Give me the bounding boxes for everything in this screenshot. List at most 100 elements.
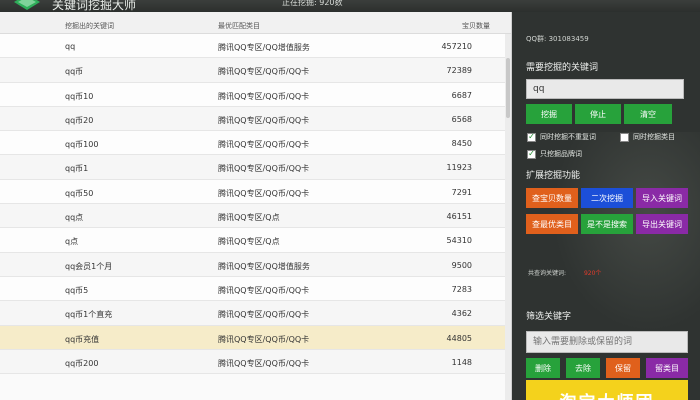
checkbox-unchecked-icon[interactable]	[620, 132, 629, 142]
keep-button[interactable]: 保留	[606, 358, 640, 378]
check-brand-only[interactable]: ✓ 只挖掘品牌词	[527, 149, 582, 159]
cell-count: 6568	[451, 114, 472, 124]
cell-count: 46151	[446, 212, 472, 222]
cell-count: 6687	[451, 90, 472, 100]
expand-section-title: 扩展挖掘功能	[526, 171, 581, 181]
cell-count: 72389	[446, 66, 472, 76]
cell-keyword: qq币20	[65, 115, 94, 125]
cell-category: 腾讯QQ专区/QQ币/QQ卡	[218, 358, 310, 368]
table-row[interactable]: qq币20 腾讯QQ专区/QQ币/QQ卡 6568	[0, 106, 511, 132]
cell-category: 腾讯QQ专区/QQ币/QQ卡	[218, 334, 310, 344]
cell-count: 457210	[441, 42, 472, 51]
table-row[interactable]: qq币100 腾讯QQ专区/QQ币/QQ卡 8450	[0, 131, 511, 156]
cell-keyword: qq币	[65, 67, 84, 77]
cell-count: 7283	[451, 284, 472, 294]
filter-input[interactable]	[526, 331, 688, 353]
cell-count: 9500	[451, 260, 472, 270]
search-check-button[interactable]: 是不是搜索	[581, 214, 633, 234]
delete-button[interactable]: 删除	[526, 358, 560, 378]
cell-category: 腾讯QQ专区/Q点	[218, 213, 280, 223]
check-mine-category-label: 同时挖掘类目	[633, 133, 675, 141]
check-brand-only-label: 只挖掘品牌词	[540, 150, 582, 158]
check-no-duplicate-label: 同时挖掘不重复词	[540, 133, 596, 141]
cell-count: 7291	[451, 187, 472, 197]
checkbox-checked-icon[interactable]: ✓	[527, 132, 536, 142]
app-title: 关键词挖掘大师	[52, 0, 137, 12]
cell-count: 44805	[446, 333, 472, 343]
table-row[interactable]: qq 腾讯QQ专区/QQ增值服务 457210	[0, 34, 511, 59]
cell-count: 1148	[451, 357, 472, 367]
table-row[interactable]: qq币充值 腾讯QQ专区/QQ币/QQ卡 44805	[0, 325, 511, 350]
check-no-duplicate[interactable]: ✓ 同时挖掘不重复词	[527, 132, 596, 142]
cell-keyword: qq币1	[65, 164, 89, 174]
keep-category-button[interactable]: 留类目	[646, 358, 688, 378]
cell-category: 腾讯QQ专区/Q点	[218, 237, 280, 247]
table-row[interactable]: qq币1个直充 腾讯QQ专区/QQ币/QQ卡 4362	[0, 301, 511, 326]
cell-count: 8450	[451, 139, 472, 149]
cell-keyword: qq币充值	[65, 334, 100, 344]
title-bar: 关键词挖掘大师 正在挖掘: 920数	[0, 0, 700, 12]
remove-button[interactable]: 去除	[566, 358, 600, 378]
cell-keyword: qq币5	[65, 285, 89, 295]
cell-category: 腾讯QQ专区/QQ币/QQ卡	[218, 188, 310, 198]
table-row[interactable]: qq会员1个月 腾讯QQ专区/QQ增值服务 9500	[0, 252, 511, 277]
table-body: qq 腾讯QQ专区/QQ增值服务 457210 qq币 腾讯QQ专区/QQ币/QQ卡 72…	[0, 34, 511, 375]
cell-keyword: qq	[65, 42, 76, 51]
second-mine-button[interactable]: 二次挖掘	[581, 188, 633, 208]
header-count[interactable]: 宝贝数量	[462, 21, 490, 31]
best-category-button[interactable]: 查最优类目	[526, 214, 578, 234]
cell-keyword: qq币200	[65, 358, 99, 368]
table-scrollbar[interactable]	[505, 34, 511, 400]
import-keywords-button[interactable]: 导入关键词	[636, 188, 688, 208]
query-count-button[interactable]: 查宝贝数量	[526, 188, 578, 208]
cell-keyword: qq币1个直充	[65, 310, 113, 320]
cell-count: 54310	[446, 236, 472, 246]
table-row[interactable]: qq币1 腾讯QQ专区/QQ币/QQ卡 11923	[0, 155, 511, 180]
scroll-thumb[interactable]	[506, 58, 510, 118]
mining-status: 正在挖掘: 920数	[282, 0, 343, 7]
mine-button[interactable]: 挖掘	[526, 104, 572, 124]
cell-count: 4362	[451, 309, 472, 319]
table-row[interactable]: qq币50 腾讯QQ专区/QQ币/QQ卡 7291	[0, 179, 511, 205]
cell-category: 腾讯QQ专区/QQ币/QQ卡	[218, 91, 310, 101]
check-mine-category[interactable]: 同时挖掘类目	[620, 132, 675, 142]
table-row[interactable]: qq币 腾讯QQ专区/QQ币/QQ卡 72389	[0, 58, 511, 83]
keyword-table: 挖掘出的关键词 最优匹配类目 宝贝数量 qq 腾讯QQ专区/QQ增值服务 45721…	[0, 12, 512, 400]
cell-keyword: qq币100	[65, 140, 99, 150]
cell-category: 腾讯QQ专区/QQ增值服务	[218, 261, 310, 271]
table-row[interactable]: qq币10 腾讯QQ专区/QQ币/QQ卡 6687	[0, 82, 511, 107]
table-row[interactable]: qq币5 腾讯QQ专区/QQ币/QQ卡 7283	[0, 276, 511, 302]
stop-button[interactable]: 停止	[575, 104, 621, 124]
cell-category: 腾讯QQ专区/QQ币/QQ卡	[218, 310, 310, 320]
cell-keyword: q点	[65, 237, 79, 247]
table-row[interactable]: qq点 腾讯QQ专区/Q点 46151	[0, 204, 511, 229]
cell-category: 腾讯QQ专区/QQ币/QQ卡	[218, 285, 310, 295]
table-row[interactable]: q点 腾讯QQ专区/Q点 54310	[0, 228, 511, 253]
checkbox-checked-icon[interactable]: ✓	[527, 149, 536, 159]
app-logo-icon	[14, 0, 40, 10]
filter-section-title: 筛选关键字	[526, 312, 572, 322]
control-panel: QQ群: 301083459 需要挖掘的关键词 挖掘 停止 清空 ✓ 同时挖掘不…	[512, 12, 700, 400]
cell-keyword: qq币50	[65, 188, 94, 198]
cell-category: 腾讯QQ专区/QQ增值服务	[218, 43, 310, 52]
header-keyword[interactable]: 挖掘出的关键词	[65, 21, 114, 31]
cell-category: 腾讯QQ专区/QQ币/QQ卡	[218, 140, 310, 150]
keyword-section-title: 需要挖掘的关键词	[526, 63, 599, 73]
promo-banner[interactable]: 淘宝大师团	[526, 380, 688, 400]
total-value: 920个	[583, 270, 602, 277]
cell-keyword: qq点	[65, 213, 84, 223]
cell-category: 腾讯QQ专区/QQ币/QQ卡	[218, 67, 310, 77]
cell-category: 腾讯QQ专区/QQ币/QQ卡	[218, 164, 310, 174]
cell-category: 腾讯QQ专区/QQ币/QQ卡	[218, 115, 310, 125]
table-header: 挖掘出的关键词 最优匹配类目 宝贝数量	[0, 12, 511, 34]
header-category[interactable]: 最优匹配类目	[218, 21, 260, 31]
clear-button[interactable]: 清空	[624, 104, 672, 124]
total-query-line: 共查询关键词: 920个	[528, 268, 601, 277]
cell-count: 11923	[446, 163, 472, 173]
export-keywords-button[interactable]: 导出关键词	[636, 214, 688, 234]
cell-keyword: qq币10	[65, 91, 94, 101]
qq-group-text: QQ群: 301083459	[526, 35, 589, 43]
keyword-input[interactable]	[526, 79, 684, 99]
cell-keyword: qq会员1个月	[65, 261, 113, 271]
table-row[interactable]: qq币200 腾讯QQ专区/QQ币/QQ卡 1148	[0, 349, 511, 375]
